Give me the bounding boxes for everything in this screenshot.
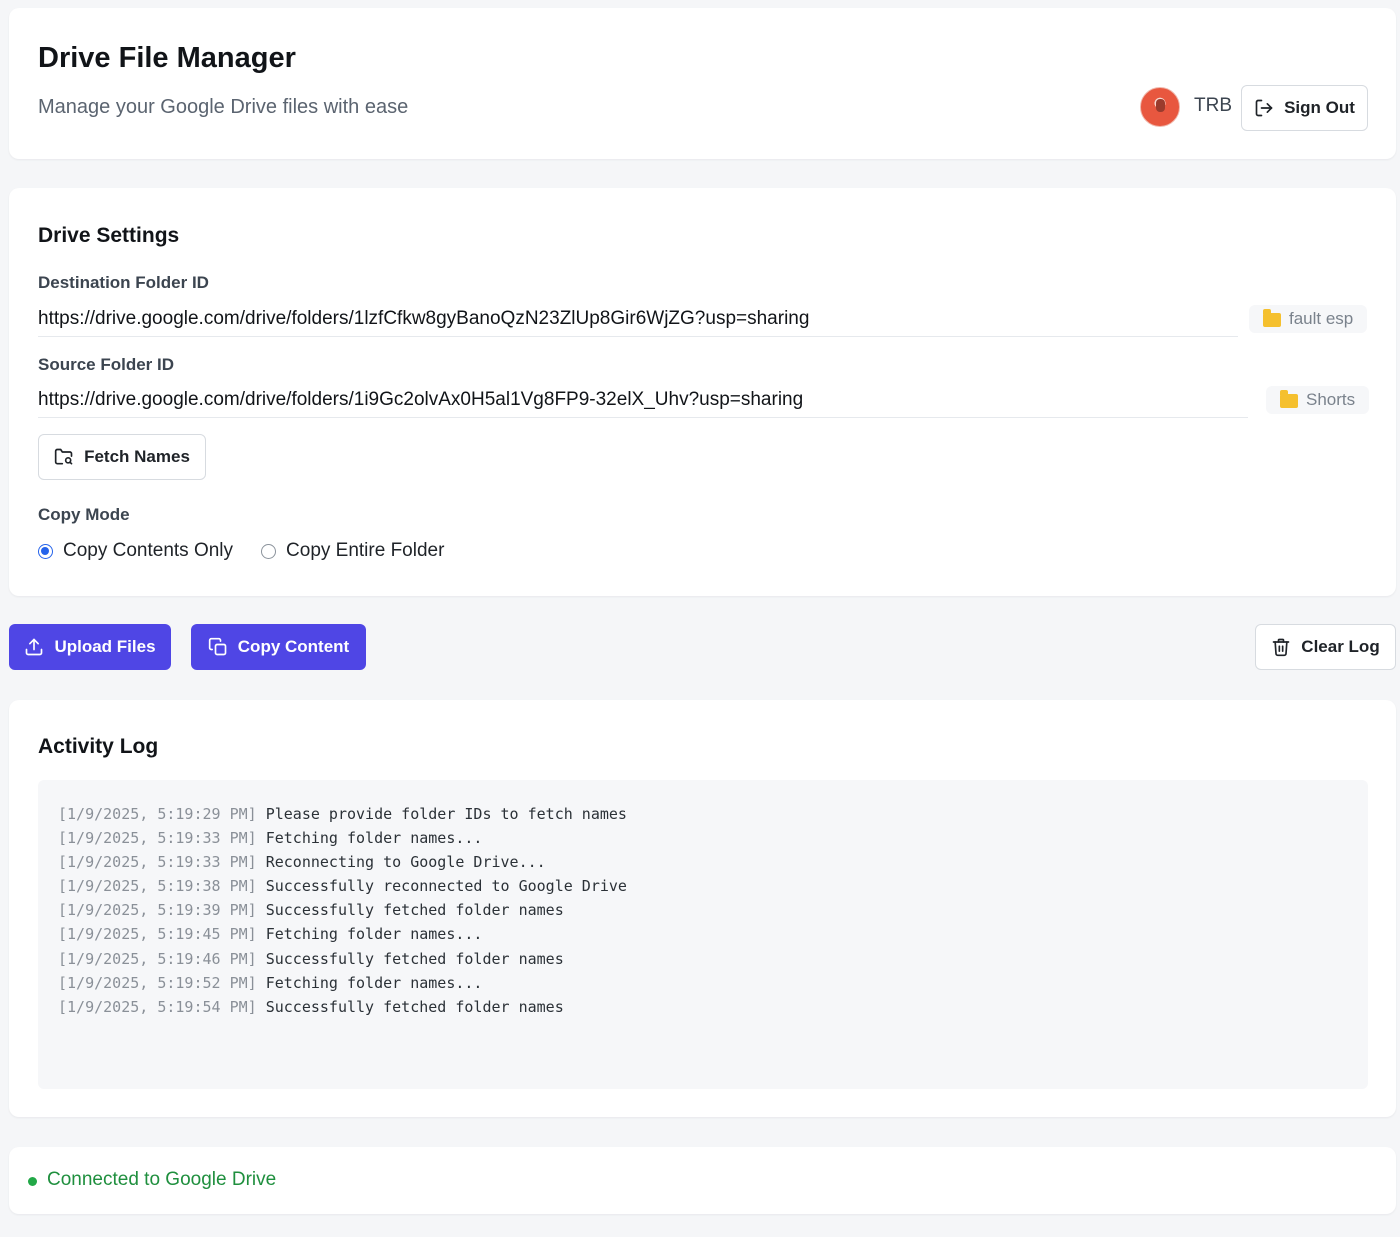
log-timestamp: [1/9/2025, 5:19:33 PM] — [58, 829, 257, 848]
radio-copy-entire-folder[interactable]: Copy Entire Folder — [261, 540, 444, 562]
log-message: Fetching folder names... — [265, 925, 483, 944]
radio-button[interactable] — [261, 543, 277, 559]
log-timestamp: [1/9/2025, 5:19:46 PM] — [58, 949, 257, 968]
radio-label: Copy Entire Folder — [286, 540, 445, 561]
sign-out-label: Sign Out — [1284, 98, 1355, 117]
folder-search-icon — [54, 447, 74, 467]
upload-icon — [24, 637, 44, 657]
log-message: Successfully reconnected to Google Drive — [265, 877, 627, 896]
log-message: Reconnecting to Google Drive... — [265, 853, 546, 872]
clear-log-button[interactable]: Clear Log — [1255, 624, 1396, 670]
log-entry: [1/9/2025, 5:19:45 PM] Fetching folder n… — [58, 922, 1348, 946]
activity-log-output[interactable]: [1/9/2025, 5:19:29 PM] Please provide fo… — [38, 780, 1368, 1089]
header-card: Drive File Manager Manage your Google Dr… — [9, 8, 1396, 159]
source-folder-chip: Shorts — [1266, 386, 1370, 414]
log-timestamp: [1/9/2025, 5:19:33 PM] — [58, 853, 257, 872]
upload-files-button[interactable]: Upload Files — [9, 624, 171, 670]
copy-mode-label: Copy Mode — [38, 505, 130, 524]
status-bar: Connected to Google Drive — [9, 1147, 1396, 1214]
log-entry: [1/9/2025, 5:19:52 PM] Fetching folder n… — [58, 971, 1348, 995]
sign-out-icon — [1254, 98, 1274, 118]
user-avatar[interactable] — [1140, 87, 1180, 127]
folder-icon — [1280, 390, 1298, 408]
upload-files-label: Upload Files — [54, 637, 156, 656]
radio-copy-contents-only[interactable]: Copy Contents Only — [38, 540, 233, 562]
copy-icon — [208, 637, 228, 657]
app-subtitle: Manage your Google Drive files with ease — [38, 96, 409, 118]
app-title: Drive File Manager — [38, 42, 296, 74]
log-entry: [1/9/2025, 5:19:29 PM] Please provide fo… — [58, 802, 1348, 826]
copy-content-label: Copy Content — [237, 637, 350, 656]
drive-settings-card: Drive Settings Destination Folder ID fau… — [9, 188, 1396, 596]
log-message: Successfully fetched folder names — [265, 949, 564, 968]
radio-button-selected[interactable] — [38, 543, 53, 559]
destination-label: Destination Folder ID — [38, 273, 209, 292]
log-message: Fetching folder names... — [265, 973, 483, 992]
trash-icon — [1271, 637, 1291, 657]
log-entry: [1/9/2025, 5:19:38 PM] Successfully reco… — [58, 874, 1348, 898]
log-entry: [1/9/2025, 5:19:46 PM] Successfully fetc… — [58, 947, 1348, 971]
source-folder-name: Shorts — [1306, 390, 1356, 409]
log-entry: [1/9/2025, 5:19:33 PM] Fetching folder n… — [58, 826, 1348, 850]
log-entry: [1/9/2025, 5:19:33 PM] Reconnecting to G… — [58, 850, 1348, 874]
status-indicator — [28, 1177, 37, 1186]
fetch-names-label: Fetch Names — [84, 447, 190, 466]
destination-folder-chip: fault esp — [1249, 305, 1368, 333]
source-label: Source Folder ID — [38, 355, 175, 374]
log-timestamp: [1/9/2025, 5:19:45 PM] — [58, 925, 257, 944]
user-initials: TRB — [1194, 95, 1232, 116]
status-text: Connected to Google Drive — [47, 1169, 277, 1190]
log-timestamp: [1/9/2025, 5:19:29 PM] — [58, 805, 257, 823]
clear-log-label: Clear Log — [1301, 637, 1380, 656]
destination-folder-name: fault esp — [1289, 309, 1354, 328]
log-timestamp: [1/9/2025, 5:19:54 PM] — [58, 997, 257, 1016]
source-folder-input[interactable] — [38, 382, 1248, 418]
log-entry: [1/9/2025, 5:19:39 PM] Successfully fetc… — [58, 898, 1348, 922]
log-timestamp: [1/9/2025, 5:19:38 PM] — [58, 877, 257, 896]
activity-log-title: Activity Log — [38, 735, 159, 758]
settings-title: Drive Settings — [38, 224, 180, 247]
destination-folder-input[interactable] — [38, 301, 1238, 337]
copy-content-button[interactable]: Copy Content — [191, 624, 366, 670]
log-timestamp: [1/9/2025, 5:19:39 PM] — [58, 901, 257, 920]
folder-icon — [1263, 309, 1281, 327]
log-message: Fetching folder names... — [265, 829, 483, 848]
radio-label: Copy Contents Only — [63, 540, 234, 561]
log-message: Please provide folder IDs to fetch names — [265, 805, 627, 823]
log-timestamp: [1/9/2025, 5:19:52 PM] — [58, 973, 257, 992]
log-message: Successfully fetched folder names — [265, 901, 564, 920]
fetch-names-button[interactable]: Fetch Names — [38, 434, 206, 480]
activity-log-card: Activity Log [1/9/2025, 5:19:29 PM] Plea… — [9, 700, 1396, 1117]
sign-out-button[interactable]: Sign Out — [1241, 85, 1368, 131]
log-entry: [1/9/2025, 5:19:54 PM] Successfully fetc… — [58, 995, 1348, 1019]
copy-mode-group: Copy Contents Only Copy Entire Folder — [38, 540, 464, 562]
log-message: Successfully fetched folder names — [265, 997, 564, 1016]
